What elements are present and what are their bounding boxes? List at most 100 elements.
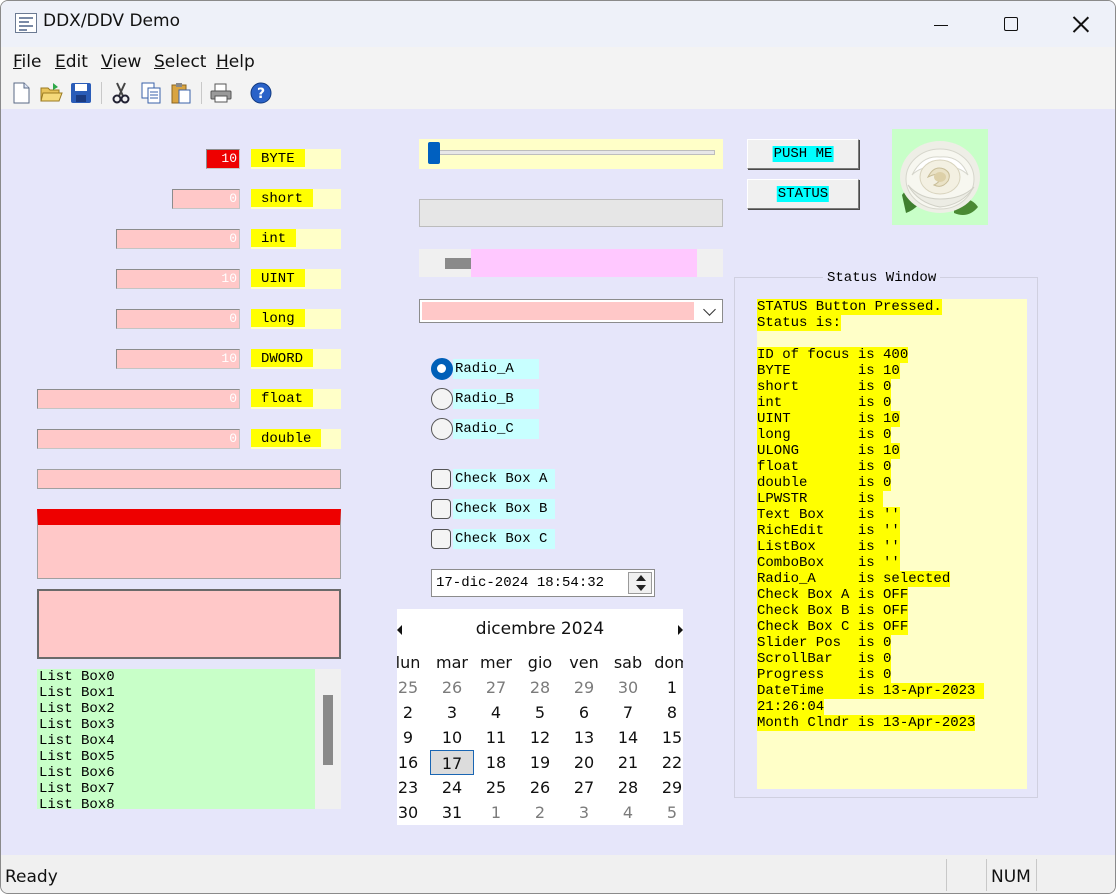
radio-c-label[interactable]: Radio_C (453, 419, 539, 439)
push-me-button[interactable]: PUSH ME (747, 139, 859, 169)
calendar-day[interactable]: 18 (474, 750, 518, 775)
menu-file[interactable]: File (13, 52, 41, 72)
list-item[interactable]: List Box1 (39, 685, 115, 701)
calendar-day[interactable]: 27 (474, 675, 518, 700)
calendar-day[interactable]: 8 (650, 700, 683, 725)
check-box-c-label[interactable]: Check Box C (453, 529, 555, 549)
list-item[interactable]: List Box0 (39, 669, 115, 685)
calendar-day[interactable]: 20 (562, 750, 606, 775)
calendar-day[interactable]: 25 (397, 675, 430, 700)
multiline-edit[interactable] (37, 589, 341, 659)
calendar-title[interactable]: dicembre 2024 (397, 619, 683, 639)
calendar-day[interactable]: 29 (562, 675, 606, 700)
calendar-day[interactable]: 28 (606, 775, 650, 800)
calendar-day[interactable]: 1 (474, 800, 518, 825)
calendar-day[interactable]: 9 (397, 725, 430, 750)
combo-box[interactable] (419, 299, 723, 323)
combo-box-field[interactable] (422, 302, 694, 320)
paste-icon[interactable] (169, 81, 193, 105)
radio-c[interactable] (431, 418, 453, 440)
calendar-day[interactable]: 13 (562, 725, 606, 750)
calendar-day[interactable]: 11 (474, 725, 518, 750)
float-edit[interactable]: 0 (37, 389, 240, 409)
save-icon[interactable] (69, 81, 93, 105)
calendar-day[interactable]: 31 (430, 800, 474, 825)
slider[interactable] (419, 139, 723, 169)
calendar-day[interactable]: 2 (397, 700, 430, 725)
radio-a[interactable] (431, 358, 453, 380)
list-box-scrollbar[interactable] (315, 669, 341, 809)
list-box[interactable]: List Box0 List Box1 List Box2 List Box3 … (37, 669, 341, 809)
calendar-day[interactable]: 12 (518, 725, 562, 750)
list-item[interactable]: List Box7 (39, 781, 115, 797)
calendar-day[interactable]: 16 (397, 750, 430, 775)
chevron-down-icon[interactable] (703, 303, 716, 316)
calendar-day[interactable]: 19 (518, 750, 562, 775)
app-icon[interactable] (15, 13, 37, 33)
calendar-day[interactable]: 3 (562, 800, 606, 825)
check-box-a-label[interactable]: Check Box A (453, 469, 555, 489)
calendar-day[interactable]: 29 (650, 775, 683, 800)
calendar-day[interactable]: 10 (430, 725, 474, 750)
calendar-next-icon[interactable] (678, 625, 683, 635)
short-edit[interactable]: 0 (172, 189, 240, 209)
byte-edit[interactable]: 10 (206, 149, 240, 169)
rich-edit[interactable] (37, 509, 341, 579)
calendar-day[interactable]: 15 (650, 725, 683, 750)
list-item[interactable]: List Box8 (39, 797, 115, 809)
calendar-day[interactable]: 25 (474, 775, 518, 800)
menu-edit[interactable]: Edit (55, 52, 88, 72)
calendar-day[interactable]: 3 (430, 700, 474, 725)
datetime-picker[interactable]: 17-dic-2024 18:54:32 (431, 569, 655, 597)
calendar-day[interactable]: 26 (518, 775, 562, 800)
radio-b-label[interactable]: Radio_B (453, 389, 539, 409)
text-box[interactable] (37, 469, 341, 489)
scrollbar-thumb[interactable] (323, 695, 333, 765)
menu-view[interactable]: View (101, 52, 141, 72)
check-box-b[interactable] (431, 499, 451, 519)
calendar-day[interactable]: 26 (430, 675, 474, 700)
scrollbar-thumb[interactable] (445, 258, 471, 269)
status-button[interactable]: STATUS (747, 179, 859, 209)
radio-a-label[interactable]: Radio_A (453, 359, 539, 379)
spin-down-icon[interactable] (636, 585, 646, 591)
calendar-day[interactable]: 30 (397, 800, 430, 825)
help-icon[interactable]: ? (249, 81, 273, 105)
calendar-day[interactable]: 23 (397, 775, 430, 800)
check-box-b-label[interactable]: Check Box B (453, 499, 555, 519)
calendar-day[interactable]: 22 (650, 750, 683, 775)
list-item[interactable]: List Box5 (39, 749, 115, 765)
list-item[interactable]: List Box6 (39, 765, 115, 781)
slider-thumb[interactable] (428, 142, 440, 164)
new-file-icon[interactable] (9, 81, 33, 105)
month-calendar[interactable]: dicembre 2024 lunmarmergiovensabdom25262… (397, 609, 683, 825)
calendar-day[interactable]: 4 (474, 700, 518, 725)
list-item[interactable]: List Box3 (39, 717, 115, 733)
spin-up-icon[interactable] (636, 575, 646, 581)
list-item[interactable]: List Box2 (39, 701, 115, 717)
slider-track[interactable] (429, 150, 715, 155)
long-edit[interactable]: 0 (116, 309, 240, 329)
open-folder-icon[interactable] (39, 81, 63, 105)
uint-edit[interactable]: 10 (116, 269, 240, 289)
calendar-day[interactable]: 5 (518, 700, 562, 725)
dword-edit[interactable]: 10 (116, 349, 240, 369)
calendar-day[interactable]: 24 (430, 775, 474, 800)
menu-help[interactable]: Help (216, 52, 255, 72)
scrollbar-track[interactable] (471, 249, 697, 277)
calendar-day[interactable]: 30 (606, 675, 650, 700)
double-edit[interactable]: 0 (37, 429, 240, 449)
minimize-button[interactable] (906, 1, 976, 47)
check-box-a[interactable] (431, 469, 451, 489)
calendar-day[interactable]: 7 (606, 700, 650, 725)
calendar-day[interactable]: 14 (606, 725, 650, 750)
menu-select[interactable]: Select (154, 52, 206, 72)
radio-b[interactable] (431, 388, 453, 410)
check-box-c[interactable] (431, 529, 451, 549)
title-bar[interactable]: DDX/DDV Demo (1, 1, 1115, 47)
calendar-day[interactable]: 2 (518, 800, 562, 825)
list-item[interactable]: List Box4 (39, 733, 115, 749)
calendar-day[interactable]: 17 (430, 750, 474, 775)
print-icon[interactable] (209, 81, 233, 105)
calendar-day[interactable]: 27 (562, 775, 606, 800)
